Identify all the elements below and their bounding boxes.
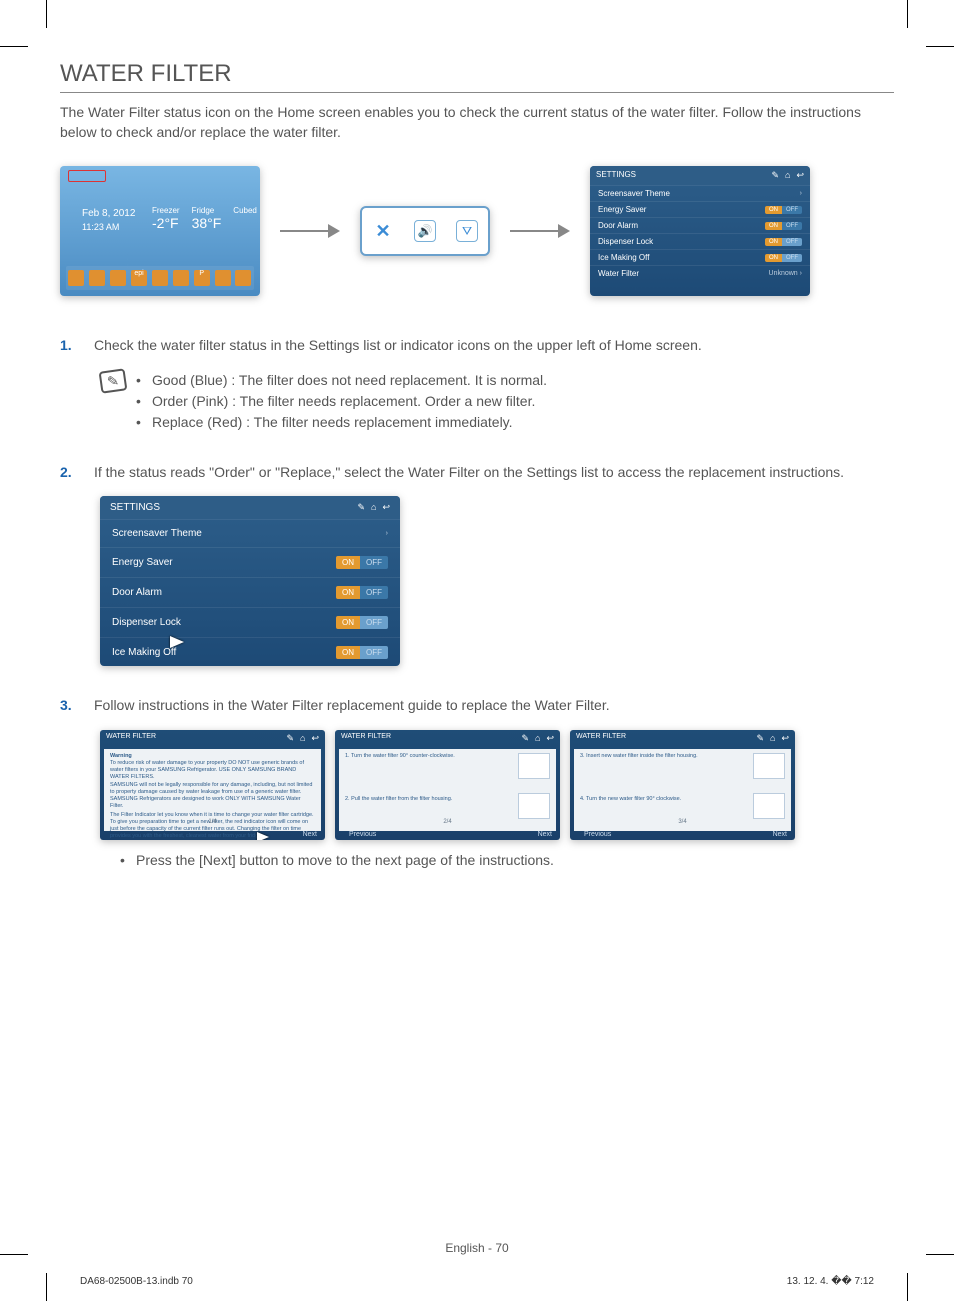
guide-illustration [753,793,785,819]
setting-ice[interactable]: Ice Making Off [112,647,176,658]
back-icon: ↩ [781,733,789,744]
ice-toggle[interactable]: ONOFF [336,646,388,659]
step-3-text: Follow instructions in the Water Filter … [94,696,610,716]
page-footer: English - 70 [0,1241,954,1255]
sound-icon: 🔊 [414,220,436,242]
previous-button[interactable]: Previous [349,831,376,838]
home-date: Feb 8, 2012 [82,208,135,219]
guide-illustration [753,753,785,779]
note-icon: ✎ [99,368,128,393]
home-screen-thumb: Feb 8, 2012 11:23 AM Freezer-2°F Fridge3… [60,166,260,296]
setting-water-filter: Water Filter [598,269,639,278]
previous-button[interactable]: Previous [584,831,611,838]
chevron-right-icon: › [800,190,802,197]
status-replace: Replace (Red) : The filter needs replace… [136,412,547,433]
next-button[interactable]: Next [303,831,317,838]
status-icons-popup: ✕ 🔊 ⛛ [360,206,490,256]
close-icon: ✕ [372,220,394,242]
water-filter-status: Unknown › [769,270,802,277]
next-button[interactable]: Next [773,831,787,838]
guide-page-indicator: 2/4 [443,819,451,827]
back-icon: ↩ [311,733,319,744]
step-1-text: Check the water filter status in the Set… [94,336,702,356]
home-icon: ⌂ [785,170,790,181]
filter-icon: ⛛ [456,220,478,242]
setting-energy[interactable]: Energy Saver [112,557,173,568]
home-icon: ⌂ [535,733,540,744]
settings-title: SETTINGS [110,502,160,513]
setting-energy: Energy Saver [598,205,646,214]
edit-icon[interactable]: ✎ [357,502,365,513]
toggle: ONOFF [765,206,802,214]
guide-illustration [518,793,550,819]
edit-icon: ✎ [756,733,764,744]
toggle: ONOFF [765,254,802,262]
energy-toggle[interactable]: ONOFF [336,556,388,569]
intro-text: The Water Filter status icon on the Home… [60,103,894,142]
setting-ice: Ice Making Off [598,253,649,262]
warning-title: Warning [110,753,315,760]
edit-icon: ✎ [521,733,529,744]
arrow-icon [280,224,340,238]
back-icon: ↩ [546,733,554,744]
guide-illustration [518,753,550,779]
guide-page-2: WATER FILTER ✎ ⌂ ↩ 1. Turn the water fil… [335,730,560,840]
status-good: Good (Blue) : The filter does not need r… [136,370,547,391]
press-next-instruction: Press the [Next] button to move to the n… [120,852,894,868]
setting-door: Door Alarm [598,221,638,230]
home-time: 11:23 AM [82,222,119,232]
warning-line-2: SAMSUNG will not be legally responsible … [110,782,315,810]
warning-line-1: To reduce risk of water damage to your p… [110,760,315,781]
guide-page-indicator: 3/4 [678,819,686,827]
home-temps: Freezer-2°F Fridge38°F Cubed [152,206,257,231]
back-icon[interactable]: ↩ [382,502,390,513]
setting-lock[interactable]: Dispenser Lock [112,617,181,628]
step-number-2: 2. [60,463,76,483]
setting-screensaver[interactable]: Screensaver Theme [112,528,202,539]
print-info-left: DA68-02500B-13.indb 70 [80,1276,193,1287]
door-toggle[interactable]: ONOFF [336,586,388,599]
filter-status-indicator-box [68,170,106,182]
lock-toggle[interactable]: ONOFF [336,616,388,629]
print-info-right: 13. 12. 4. �� 7:12 [787,1276,874,1287]
step-number-1: 1. [60,336,76,356]
guide-page-indicator: 1/4 [208,819,216,827]
settings-title: SETTINGS [596,170,636,181]
edit-icon: ✎ [286,733,294,744]
status-order: Order (Pink) : The filter needs replacem… [136,391,547,412]
chevron-right-icon[interactable]: › [386,530,388,537]
next-button[interactable]: Next [538,831,552,838]
guide-page-3: WATER FILTER ✎ ⌂ ↩ 3. Insert new water f… [570,730,795,840]
arrow-icon [510,224,570,238]
toggle: ONOFF [765,238,802,246]
setting-door[interactable]: Door Alarm [112,587,162,598]
setting-lock: Dispenser Lock [598,237,653,246]
step-2-text: If the status reads "Order" or "Replace,… [94,463,844,483]
home-app-bar: epiP [66,266,254,290]
edit-icon: ✎ [771,170,779,181]
settings-panel-thumb: SETTINGS ✎ ⌂ ↩ Screensaver Theme › Energy… [590,166,810,296]
toggle: ONOFF [765,222,802,230]
back-icon: ↩ [796,170,804,181]
guide-page-1: WATER FILTER ✎ ⌂ ↩ Warning To reduce ris… [100,730,325,840]
home-icon: ⌂ [300,733,305,744]
home-icon: ⌂ [770,733,775,744]
page-title: WATER FILTER [60,60,894,93]
settings-panel-large: SETTINGS ✎ ⌂ ↩ Screensaver Theme › Energy… [100,496,400,666]
setting-screensaver: Screensaver Theme [598,189,670,198]
home-icon[interactable]: ⌂ [371,502,376,513]
step-number-3: 3. [60,696,76,716]
